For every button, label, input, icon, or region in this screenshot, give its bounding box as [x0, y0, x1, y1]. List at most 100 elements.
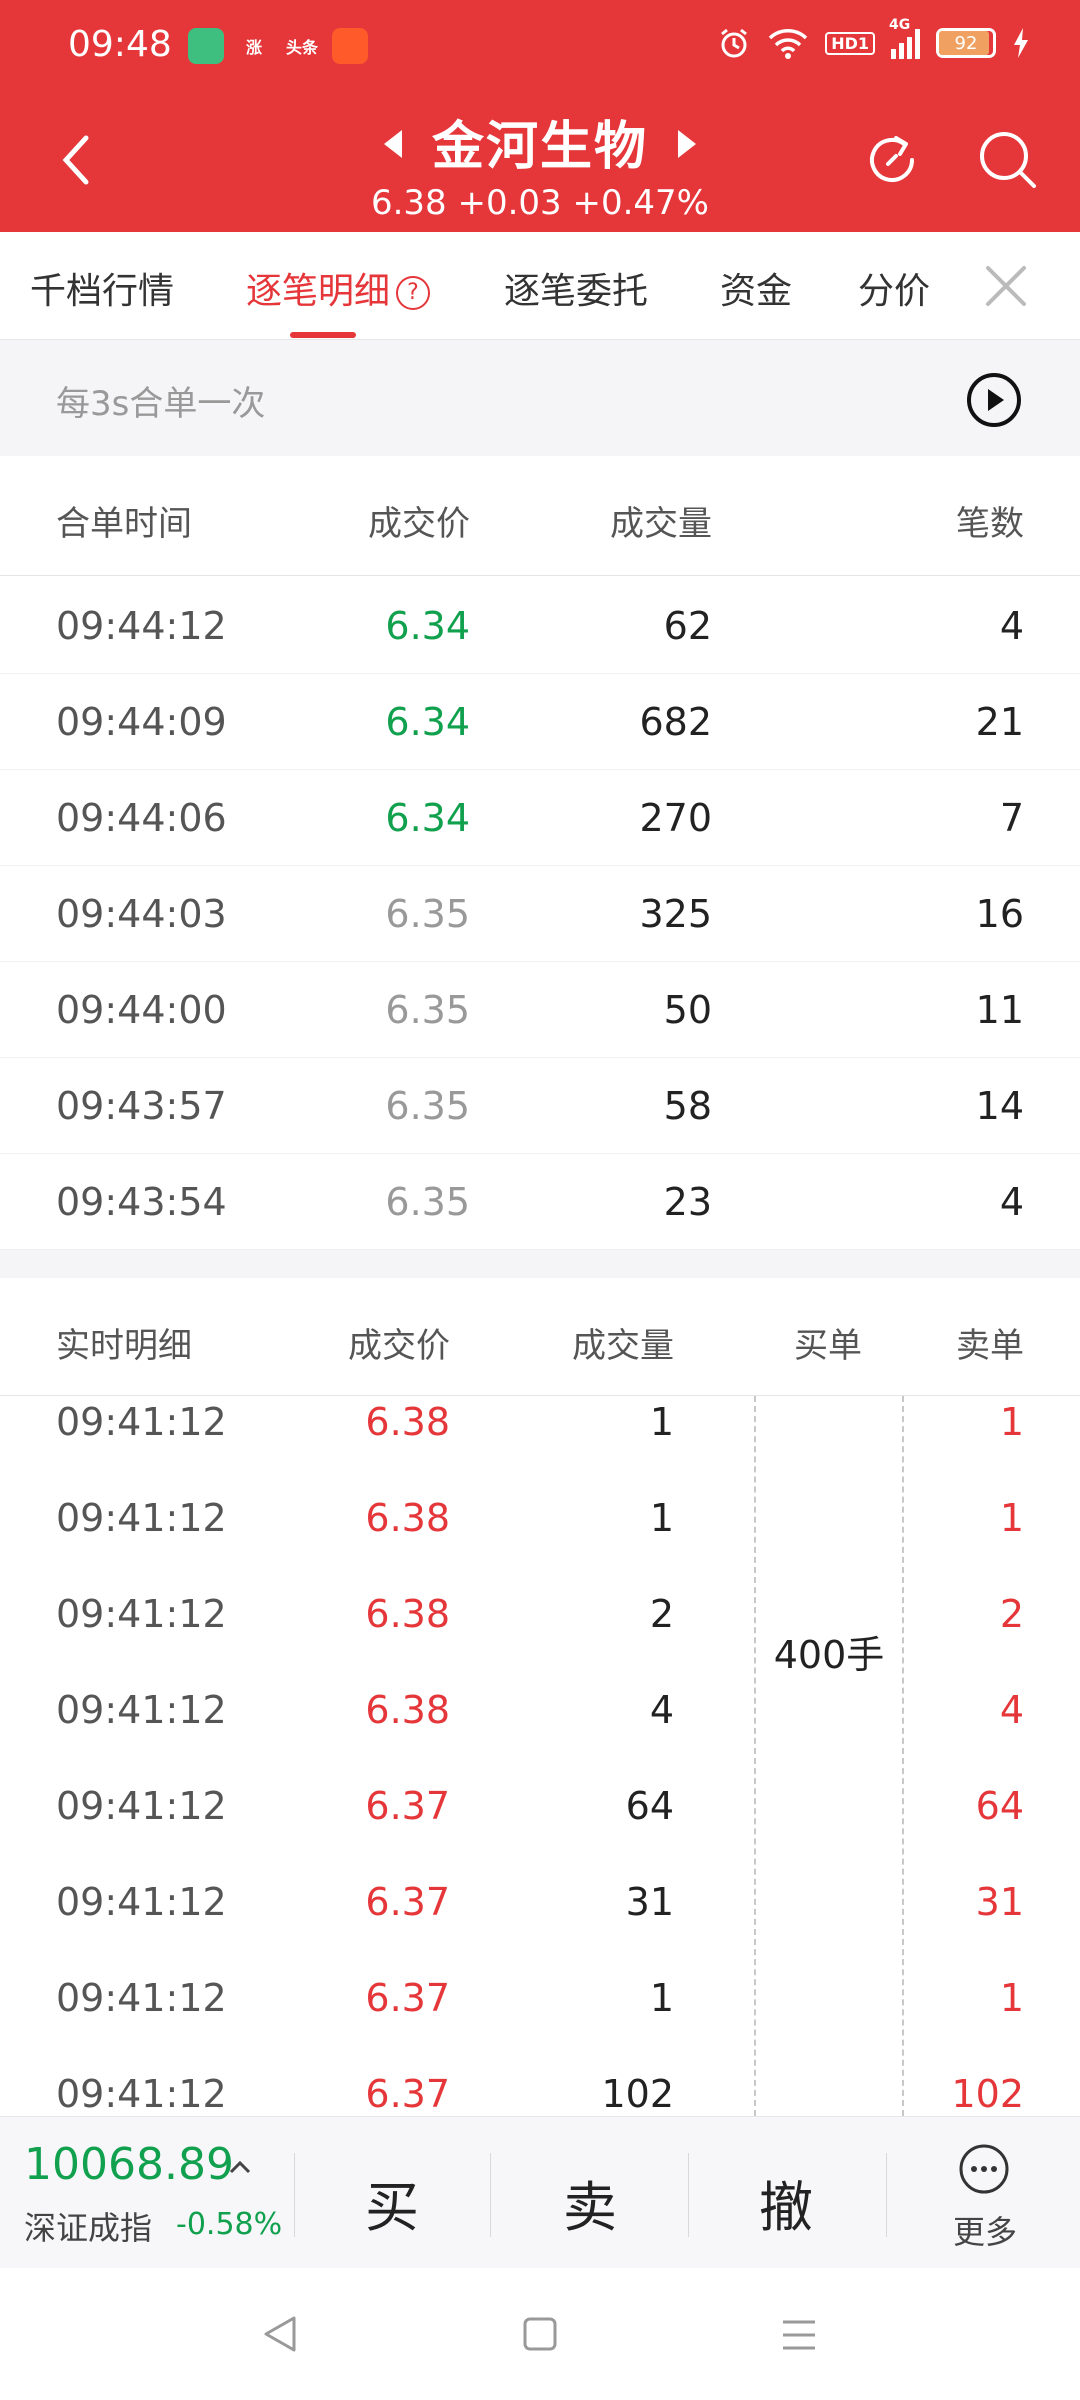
table-row[interactable]: 09:44:06 6.34 270 7: [0, 768, 1080, 866]
status-bar: 09:48 涨头条 HD1 4G 92: [0, 0, 1080, 96]
battery-icon: 92: [936, 28, 996, 58]
table-row[interactable]: 09:41:12 6.38 4 4: [0, 1660, 1080, 1756]
row-time: 09:43:57: [56, 1084, 227, 1128]
zhang-app-icon: 涨: [236, 28, 272, 64]
index-change: -0.58%: [176, 2207, 283, 2242]
status-right-icons: HD1 4G 92: [717, 17, 1030, 60]
table-row[interactable]: 09:41:12 6.37 102 102: [0, 2044, 1080, 2116]
table-row[interactable]: 09:43:57 6.35 58 14: [0, 1056, 1080, 1154]
row-sell-order: 1: [999, 1976, 1024, 2020]
tab-tick-detail[interactable]: 逐笔明细?: [246, 262, 431, 314]
row-volume: 58: [663, 1084, 712, 1128]
header-sell-order: 卖单: [956, 1326, 1024, 1366]
table-row[interactable]: 09:41:12 6.37 64 64: [0, 1756, 1080, 1852]
search-icon[interactable]: [976, 128, 1038, 190]
row-price: 6.35: [385, 1180, 470, 1224]
table-row[interactable]: 09:43:54 6.35 23 4: [0, 1152, 1080, 1250]
table-row[interactable]: 09:44:12 6.34 62 4: [0, 576, 1080, 674]
row-time: 09:44:12: [56, 604, 227, 648]
help-icon[interactable]: ?: [396, 276, 431, 310]
more-icon[interactable]: [958, 2143, 1010, 2195]
table-row[interactable]: 09:44:09 6.34 682 21: [0, 672, 1080, 770]
table-row[interactable]: 09:41:12 6.37 31 31: [0, 1852, 1080, 1948]
tab-tick-orders[interactable]: 逐笔委托: [504, 262, 648, 314]
row-price: 6.37: [365, 1976, 450, 2020]
row-price: 6.37: [365, 2072, 450, 2116]
row-volume: 64: [625, 1784, 674, 1828]
row-count: 16: [975, 892, 1024, 936]
row-volume: 270: [639, 796, 712, 840]
row-count: 4: [999, 1180, 1024, 1224]
table-row[interactable]: 09:41:12 6.38 1 1: [0, 1396, 1080, 1468]
close-icon[interactable]: [984, 264, 1028, 308]
row-volume: 4: [649, 1688, 674, 1732]
cancel-order-button[interactable]: 撤: [736, 2163, 836, 2242]
nav-back-icon[interactable]: [262, 2314, 298, 2354]
next-stock-icon[interactable]: [678, 130, 696, 158]
row-time: 09:44:09: [56, 700, 227, 744]
hd-badge: HD1: [825, 31, 875, 55]
network-type: 4G: [889, 17, 911, 33]
row-time: 09:41:12: [56, 1592, 227, 1636]
tab-depth-quote[interactable]: 千档行情: [30, 262, 174, 314]
sell-button[interactable]: 卖: [540, 2163, 640, 2242]
row-sell-order: 1: [999, 1496, 1024, 1540]
active-tab-underline: [290, 332, 356, 338]
buy-column-right-border: [902, 1396, 904, 2116]
header-price: 成交价: [348, 1326, 450, 1366]
back-icon[interactable]: [56, 130, 96, 190]
header-merge-time: 合单时间: [56, 504, 192, 544]
header-realtime: 实时明细: [56, 1326, 192, 1366]
bottom-action-bar: 10068.89 深证成指 -0.58% 买 卖 撤 更多: [0, 2116, 1080, 2268]
nav-home-icon[interactable]: [522, 2316, 558, 2352]
row-sell-order: 102: [951, 2072, 1024, 2116]
row-price: 6.35: [385, 988, 470, 1032]
paper-plane-app-icon: [332, 28, 368, 64]
realtime-table-header: 实时明细 成交价 成交量 买单 卖单: [0, 1278, 1080, 1396]
row-price: 6.38: [365, 1592, 450, 1636]
table-row[interactable]: 09:41:12 6.38 1 1: [0, 1468, 1080, 1564]
play-icon[interactable]: [966, 372, 1022, 428]
stock-title-block: 金河生物 6.38 +0.03 +0.47%: [340, 104, 740, 223]
divider: [294, 2153, 295, 2237]
charging-icon: [1014, 28, 1028, 58]
row-sell-order: 31: [975, 1880, 1024, 1924]
row-volume: 2: [649, 1592, 674, 1636]
table-row[interactable]: 09:41:12 6.37 1 1: [0, 1948, 1080, 2044]
header-volume: 成交量: [610, 504, 712, 544]
refresh-icon[interactable]: [862, 130, 922, 190]
row-volume: 50: [663, 988, 712, 1032]
realtime-table-body[interactable]: 09:41:12 6.38 1 1 09:41:12 6.38 1 1 09:41:12 6.38…: [0, 1396, 1080, 2116]
tab-bar: 千档行情 逐笔明细? 逐笔委托 资金 分价: [0, 232, 1080, 340]
table-row[interactable]: 09:44:03 6.35 325 16: [0, 864, 1080, 962]
divider: [490, 2153, 491, 2237]
row-volume: 1: [649, 1496, 674, 1540]
tab-price-distribution[interactable]: 分价: [858, 262, 930, 314]
divider: [688, 2153, 689, 2237]
row-time: 09:41:12: [56, 1976, 227, 2020]
row-time: 09:43:54: [56, 1180, 227, 1224]
row-sell-order: 2: [999, 1592, 1024, 1636]
battery-level: 92: [954, 32, 978, 54]
row-price: 6.34: [385, 700, 470, 744]
buy-column-left-border: [754, 1396, 756, 2116]
chevron-up-icon: [229, 2160, 251, 2174]
row-time: 09:44:06: [56, 796, 227, 840]
app-header: 09:48 涨头条 HD1 4G 92 金河生物 6.38 +0.03 +0.4…: [0, 0, 1080, 232]
buy-button[interactable]: 买: [342, 2163, 442, 2242]
row-price: 6.34: [385, 604, 470, 648]
row-price: 6.35: [385, 892, 470, 936]
table-row[interactable]: 09:44:00 6.35 50 11: [0, 960, 1080, 1058]
tab-capital[interactable]: 资金: [720, 262, 792, 314]
row-count: 21: [975, 700, 1024, 744]
notification-icons: 涨头条: [188, 28, 368, 64]
row-count: 4: [999, 604, 1024, 648]
header-volume: 成交量: [572, 1326, 674, 1366]
table-row[interactable]: 09:41:12 6.38 2 2: [0, 1564, 1080, 1660]
row-time: 09:41:12: [56, 1784, 227, 1828]
merge-info-bar: 每3s合单一次: [0, 340, 1080, 456]
nav-menu-icon[interactable]: [780, 2316, 818, 2354]
stock-quote: 6.38 +0.03 +0.47%: [370, 183, 709, 223]
more-button-label[interactable]: 更多: [940, 2207, 1030, 2253]
row-time: 09:41:12: [56, 1400, 227, 1444]
